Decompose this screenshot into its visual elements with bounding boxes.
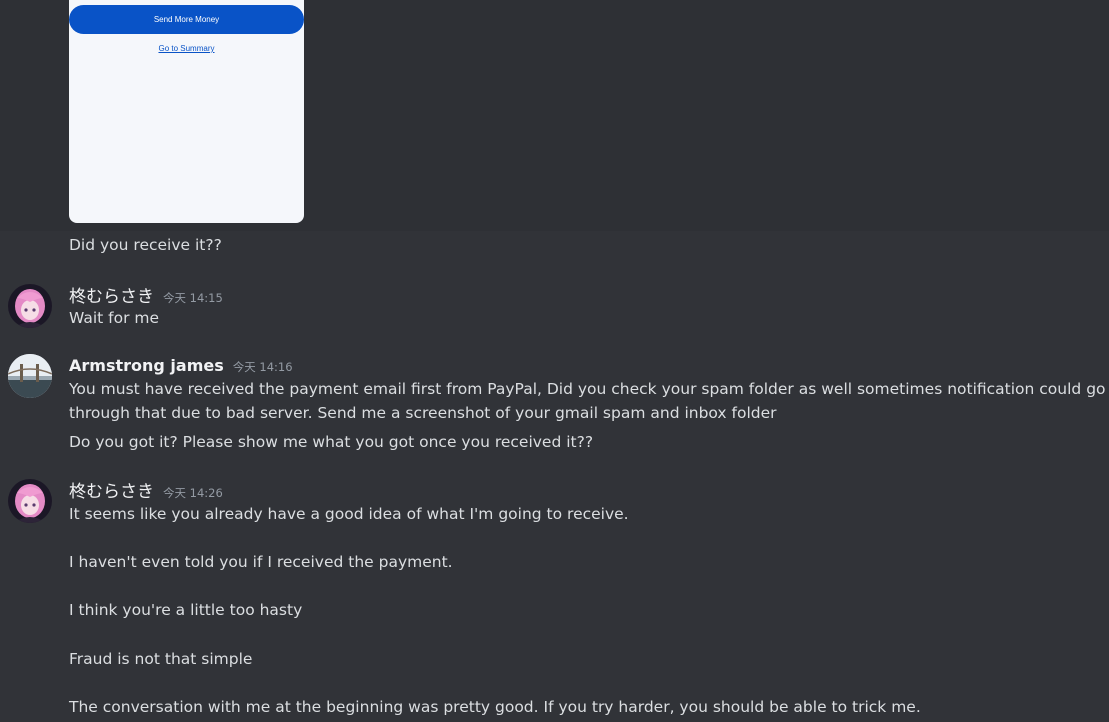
message-text: Fraud is not that simple bbox=[69, 650, 253, 668]
timestamp: 今天 14:26 bbox=[163, 486, 223, 500]
message-text: I think you're a little too hasty bbox=[69, 601, 303, 619]
message-text: Wait for me bbox=[69, 309, 160, 327]
image-attachment[interactable]: Send More Money Go to Summary bbox=[69, 0, 304, 223]
message-text: You must have received the payment email… bbox=[69, 380, 1106, 398]
username[interactable]: 柊むらさき bbox=[69, 477, 154, 502]
message-text: I haven't even told you if I received th… bbox=[69, 553, 453, 571]
avatar[interactable] bbox=[8, 354, 52, 398]
message-header: 柊むらさき 今天 14:15 bbox=[69, 282, 223, 307]
go-to-summary-link: Go to Summary bbox=[158, 44, 215, 53]
message-header: Armstrong james 今天 14:16 bbox=[69, 356, 293, 375]
chat-messages: Send More Money Go to Summary Did you re… bbox=[0, 0, 1109, 722]
send-more-money-button: Send More Money bbox=[69, 5, 304, 34]
message-text: through that due to bad server. Send me … bbox=[69, 404, 777, 422]
timestamp: 今天 14:15 bbox=[163, 291, 223, 305]
avatar[interactable] bbox=[8, 479, 52, 523]
avatar[interactable] bbox=[8, 284, 52, 328]
message-text: Did you receive it?? bbox=[69, 236, 222, 254]
username[interactable]: 柊むらさき bbox=[69, 282, 154, 307]
message-header: 柊むらさき 今天 14:26 bbox=[69, 477, 223, 502]
message-text: Do you got it? Please show me what you g… bbox=[69, 433, 594, 451]
timestamp: 今天 14:16 bbox=[232, 360, 293, 374]
message-text: It seems like you already have a good id… bbox=[69, 505, 629, 523]
username[interactable]: Armstrong james bbox=[69, 356, 224, 375]
message-text: The conversation with me at the beginnin… bbox=[69, 698, 921, 716]
